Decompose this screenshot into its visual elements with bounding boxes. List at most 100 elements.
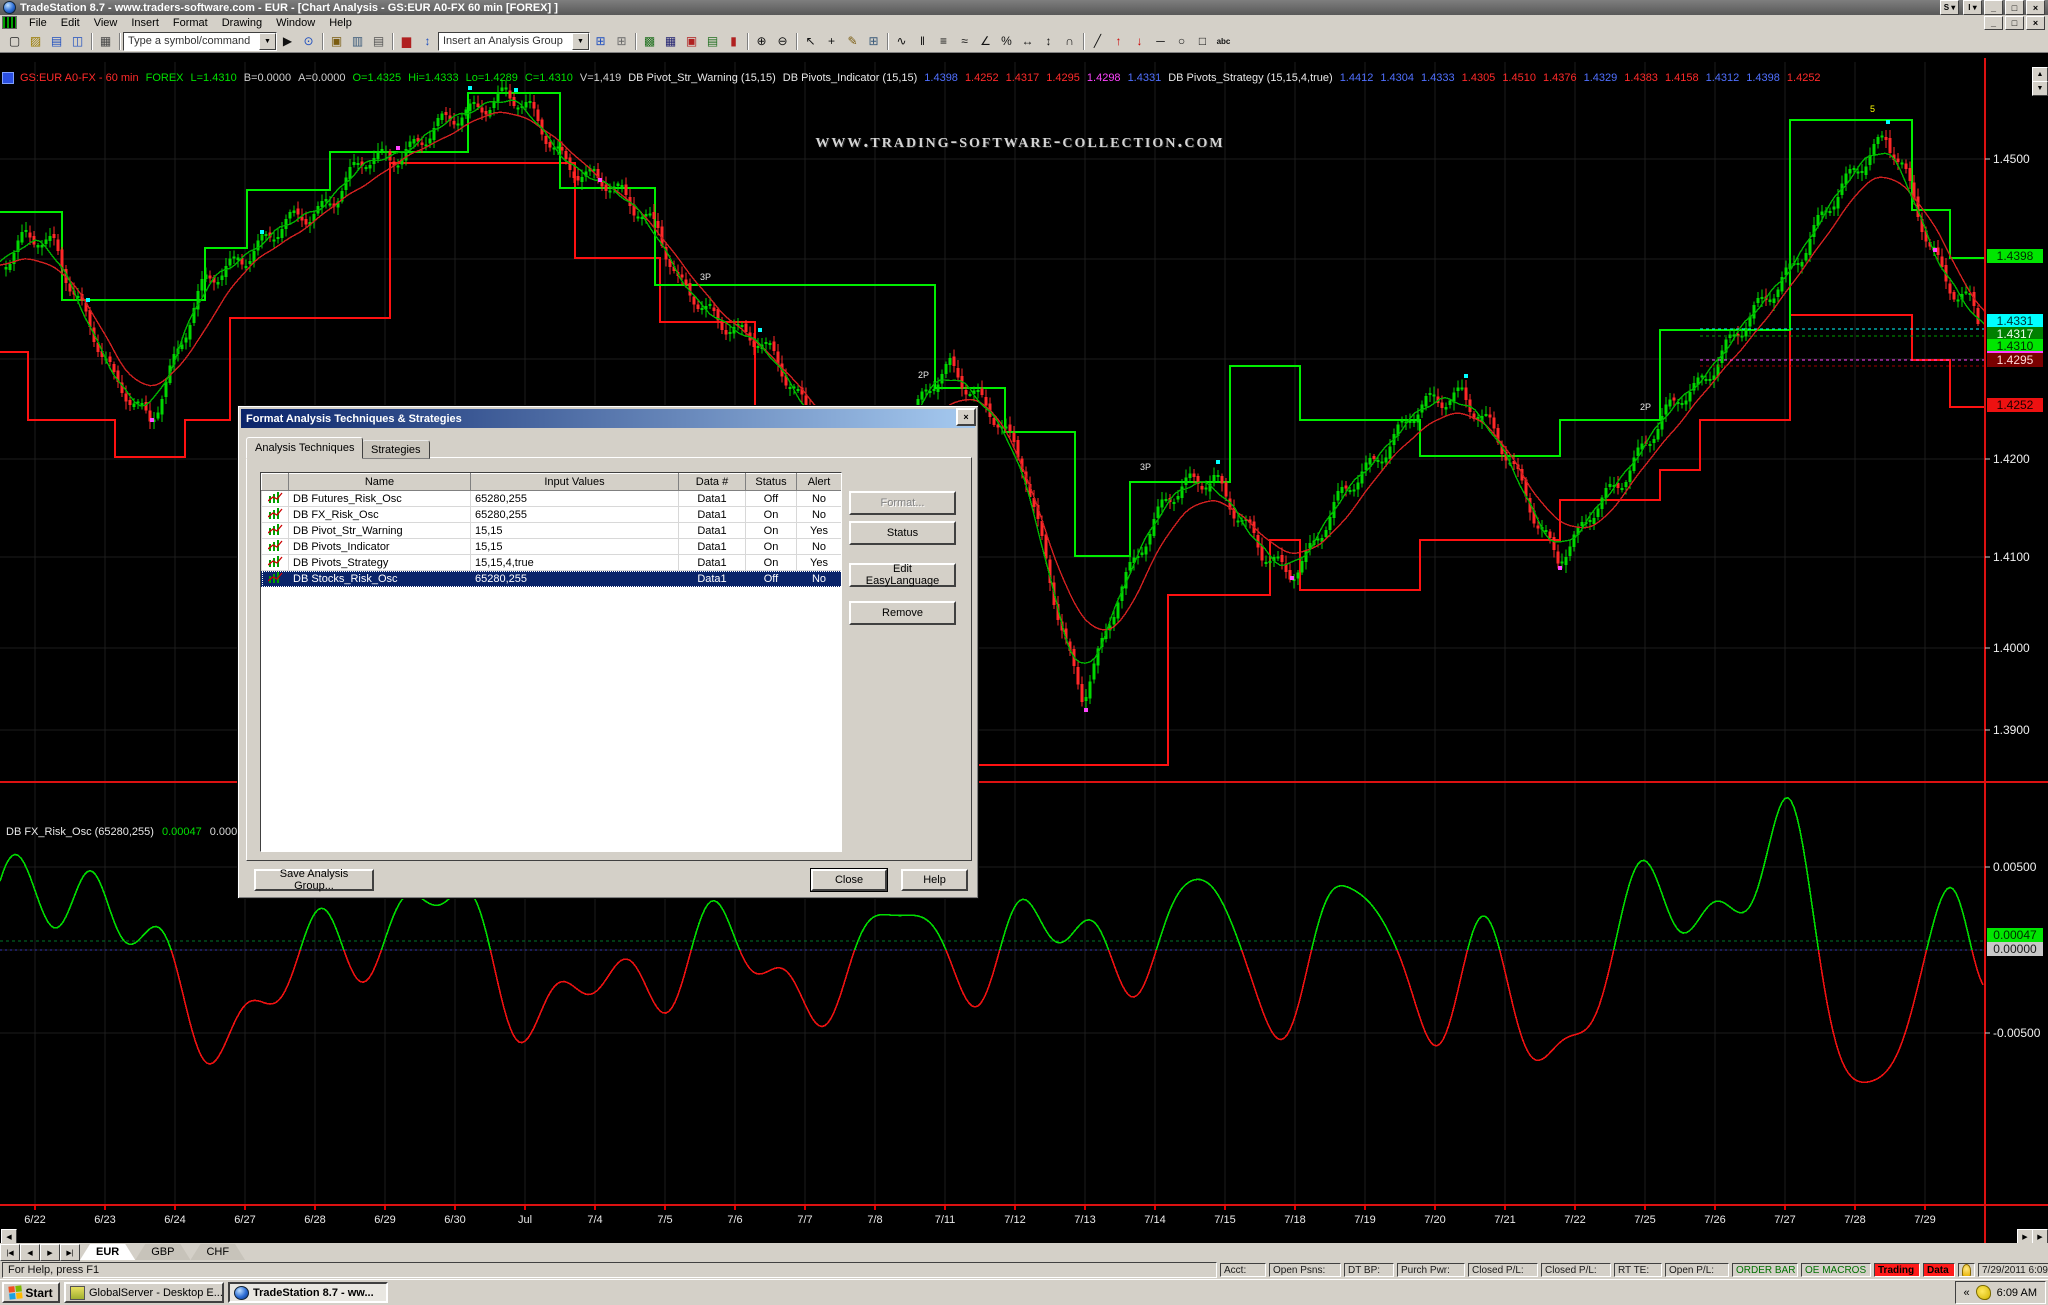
sheet-tab-gbp[interactable]: GBP — [135, 1244, 190, 1260]
menu-help[interactable]: Help — [322, 16, 359, 30]
radar-screen-icon[interactable]: ▣ — [681, 32, 702, 51]
crosshair-icon[interactable]: + — [821, 32, 842, 51]
fib-tool-icon[interactable]: % — [996, 32, 1017, 51]
arrows-tool-icon[interactable]: ↔ — [1017, 32, 1038, 51]
angle-tool-icon[interactable]: ∠ — [975, 32, 996, 51]
updown-tool-icon[interactable]: ↕ — [1038, 32, 1059, 51]
format-button[interactable]: Format... — [849, 491, 956, 515]
column-header-blank[interactable] — [842, 474, 843, 491]
table-row[interactable]: DB Stocks_Risk_Osc65280,255Data1OffNo — [262, 571, 843, 587]
column-header-Data #[interactable]: Data # — [679, 474, 746, 491]
trend-tool-icon[interactable]: ≈ — [954, 32, 975, 51]
table-row[interactable]: DB Pivots_Indicator15,15Data1OnNo — [262, 539, 843, 555]
open-icon[interactable]: ▨ — [25, 32, 46, 51]
hscroll-left-button[interactable]: ◀ — [1, 1229, 17, 1244]
sheet-tab-eur[interactable]: EUR — [80, 1244, 135, 1260]
save-analysis-group-button[interactable]: Save Analysis Group... — [254, 869, 374, 891]
chevron-down-icon[interactable]: ▼ — [572, 33, 589, 50]
format-pen-icon[interactable]: ✎ — [842, 32, 863, 51]
close-button[interactable]: Close — [811, 869, 887, 891]
line-tool-icon[interactable]: ╱ — [1087, 32, 1108, 51]
new-icon[interactable]: ▢ — [4, 32, 25, 51]
up-arrow-icon[interactable]: ↑ — [1108, 32, 1129, 51]
zoom-out-icon[interactable]: ⊖ — [772, 32, 793, 51]
wave-tool-icon[interactable]: ∿ — [891, 32, 912, 51]
hot-list-icon[interactable]: ▮ — [723, 32, 744, 51]
bars-tool-icon[interactable]: ‖ — [912, 32, 933, 51]
order-entry-icon[interactable]: ▩ — [639, 32, 660, 51]
child-minimize-button[interactable]: _ — [1984, 16, 2003, 30]
print-icon[interactable]: ▦ — [95, 32, 116, 51]
tab-strategies[interactable]: Strategies — [362, 440, 430, 459]
table-row[interactable]: DB Pivots_Strategy15,15,4,trueData1OnYes — [262, 555, 843, 571]
hlines-tool-icon[interactable]: ≡ — [933, 32, 954, 51]
quote-board-icon[interactable]: ▦ — [660, 32, 681, 51]
hscroll-end-button[interactable]: ▶ — [2032, 1229, 2048, 1244]
insert-window-icon[interactable]: ⊞ — [863, 32, 884, 51]
zoom-in-icon[interactable]: ⊕ — [751, 32, 772, 51]
child-restore-button[interactable]: □ — [2005, 16, 2024, 30]
chart-window-icon[interactable] — [2, 16, 17, 29]
news-icon[interactable]: ▤ — [702, 32, 723, 51]
first-sheet-button[interactable]: |◀ — [0, 1244, 20, 1261]
alert-bell-icon[interactable] — [1958, 1263, 1975, 1277]
menu-drawing[interactable]: Drawing — [215, 16, 269, 30]
column-header-Alert[interactable]: Alert — [797, 474, 842, 491]
sort-updown-icon[interactable]: ↕ — [417, 32, 438, 51]
status-field-data[interactable]: Data — [1923, 1263, 1955, 1277]
sheet-tab-chf[interactable]: CHF — [190, 1244, 245, 1260]
task-tradestation[interactable]: TradeStation 8.7 - ww... — [228, 1282, 388, 1303]
menu-file[interactable]: File — [22, 16, 54, 30]
chart-style-icon[interactable]: ▆ — [396, 32, 417, 51]
text-tool-icon[interactable]: abc — [1213, 32, 1234, 51]
chevron-down-icon[interactable]: ▼ — [259, 33, 276, 50]
pointer-icon[interactable]: ↖ — [800, 32, 821, 51]
window-grid-icon[interactable]: ▥ — [347, 32, 368, 51]
menu-edit[interactable]: Edit — [54, 16, 87, 30]
column-header-Status[interactable]: Status — [746, 474, 797, 491]
table-row[interactable]: DB Pivot_Str_Warning15,15Data1OnYes — [262, 523, 843, 539]
window-report-icon[interactable]: ▣ — [326, 32, 347, 51]
down-arrow-icon[interactable]: ↓ — [1129, 32, 1150, 51]
child-close-button[interactable]: × — [2026, 16, 2045, 30]
analysis-techniques-list[interactable]: NameInput ValuesData #StatusAlertDB Futu… — [260, 472, 842, 852]
remove-button[interactable]: Remove — [849, 601, 956, 625]
help-button[interactable]: Help — [901, 869, 968, 891]
menu-insert[interactable]: Insert — [124, 16, 166, 30]
dialog-title-bar[interactable]: Format Analysis Techniques & Strategies — [241, 409, 975, 428]
add-study-icon[interactable]: ⊞ — [590, 32, 611, 51]
ellipse-tool-icon[interactable]: ○ — [1171, 32, 1192, 51]
scroll-up-button[interactable]: ▲ — [2032, 67, 2048, 82]
dash-tool-icon[interactable]: ─ — [1150, 32, 1171, 51]
menu-view[interactable]: View — [87, 16, 125, 30]
scroll-down-button[interactable]: ▼ — [2032, 81, 2048, 96]
last-sheet-button[interactable]: ▶| — [60, 1244, 80, 1261]
menu-format[interactable]: Format — [166, 16, 215, 30]
status-field-trading[interactable]: Trading — [1874, 1263, 1920, 1277]
save-all-icon[interactable]: ◫ — [67, 32, 88, 51]
restore-button[interactable]: □ — [2005, 0, 2024, 15]
rect-tool-icon[interactable]: □ — [1192, 32, 1213, 51]
minimize-button[interactable]: _ — [1984, 0, 2003, 15]
symbol-command-combo[interactable]: Type a symbol/command▼ — [123, 32, 277, 51]
tray-icon[interactable] — [1976, 1285, 1991, 1300]
title-i-button[interactable]: I ▾ — [1963, 0, 1982, 15]
title-s-button[interactable]: S ▾ — [1940, 0, 1959, 15]
arc-tool-icon[interactable]: ∩ — [1059, 32, 1080, 51]
task-globalserver[interactable]: GlobalServer - Desktop E... — [64, 1282, 224, 1303]
status-button[interactable]: Status — [849, 521, 956, 545]
next-sheet-button[interactable]: ▶ — [40, 1244, 60, 1261]
edit-easylanguage-button[interactable]: Edit EasyLanguage — [849, 563, 956, 587]
tab-analysis-techniques[interactable]: Analysis Techniques — [246, 437, 363, 459]
tray-chevron-icon[interactable]: « — [1964, 1287, 1970, 1299]
window-page-icon[interactable]: ▤ — [368, 32, 389, 51]
add-strategy-icon[interactable]: ⊞ — [611, 32, 632, 51]
save-icon[interactable]: ▤ — [46, 32, 67, 51]
analysis-group-combo[interactable]: Insert an Analysis Group▼ — [438, 32, 590, 51]
column-header-blank[interactable] — [262, 474, 289, 491]
go-icon[interactable]: ▶ — [277, 32, 298, 51]
column-header-Input Values[interactable]: Input Values — [471, 474, 679, 491]
column-header-Name[interactable]: Name — [289, 474, 471, 491]
table-row[interactable]: DB FX_Risk_Osc65280,255Data1OnNo — [262, 507, 843, 523]
start-button[interactable]: Start — [2, 1282, 60, 1303]
